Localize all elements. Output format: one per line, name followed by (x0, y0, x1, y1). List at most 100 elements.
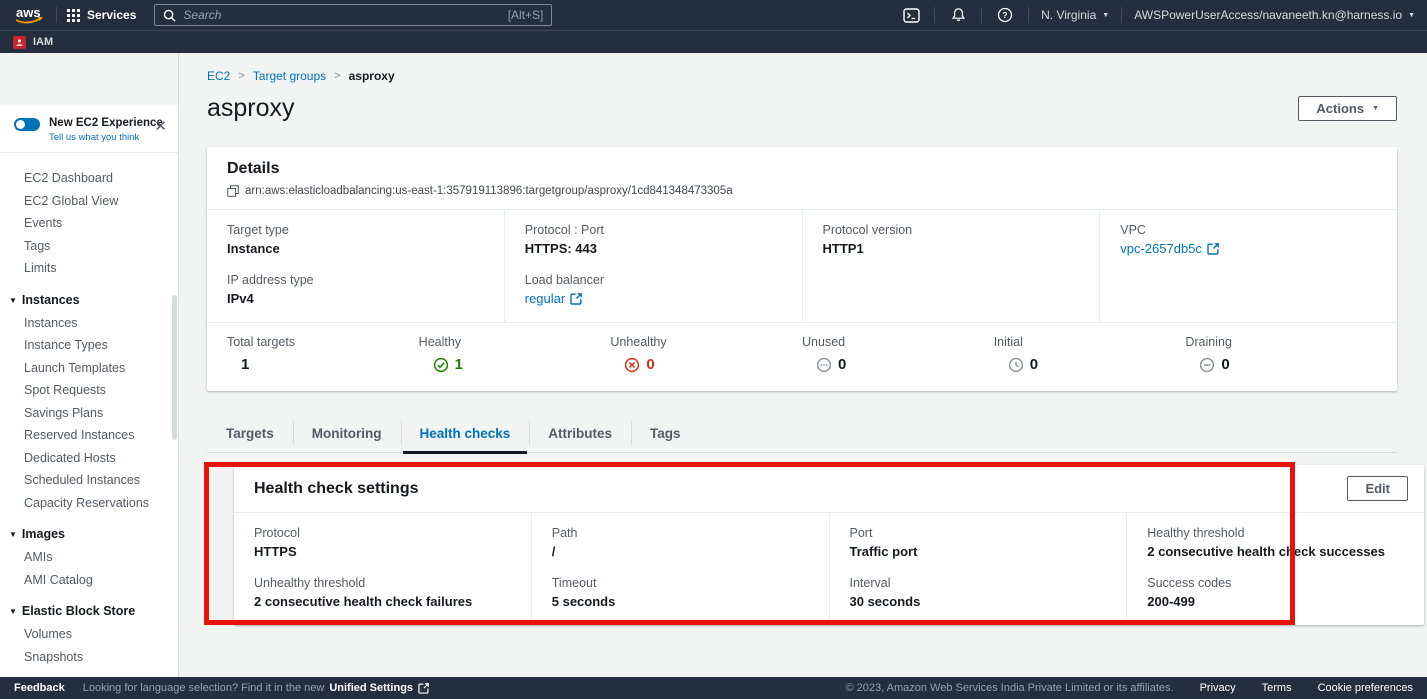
chevron-right-icon: > (238, 70, 244, 82)
divider (1028, 7, 1029, 23)
vpc-link[interactable]: vpc-2657db5c (1120, 241, 1219, 256)
field-label: Target type (227, 223, 484, 237)
sidebar-item-limits[interactable]: Limits (0, 257, 178, 280)
global-search-box[interactable]: [Alt+S] (154, 4, 552, 26)
chevron-down-icon: ▼ (1372, 105, 1379, 112)
sidebar-scrollbar[interactable] (172, 295, 177, 440)
edit-button[interactable]: Edit (1347, 476, 1408, 501)
sidebar-item-instances[interactable]: Instances (0, 312, 178, 335)
sidebar-section-images[interactable]: ▼ Images (0, 523, 178, 546)
close-icon[interactable]: ✕ (154, 119, 167, 134)
footer: Feedback Looking for language selection?… (0, 677, 1427, 699)
account-label: AWSPowerUserAccess/navaneeth.kn@harness.… (1134, 8, 1402, 22)
stat-unhealthy: Unhealthy 0 (610, 335, 802, 373)
services-label: Services (87, 8, 136, 22)
field-value: Instance (227, 241, 484, 256)
details-heading: Details (227, 160, 1377, 178)
stat-label: Unhealthy (610, 335, 802, 349)
tab-targets[interactable]: Targets (207, 417, 293, 452)
chevron-down-icon: ▼ (9, 289, 17, 312)
sidebar-item-instance-types[interactable]: Instance Types (0, 334, 178, 357)
sidebar-section-elastic-block-store[interactable]: ▼ Elastic Block Store (0, 600, 178, 623)
notifications-bell-icon[interactable] (947, 4, 969, 26)
privacy-link[interactable]: Privacy (1200, 682, 1236, 694)
stat-value: 1 (241, 356, 249, 373)
sidebar-item-ami-catalog[interactable]: AMI Catalog (0, 569, 178, 592)
page-title: asproxy (207, 94, 295, 123)
sidebar-item-ec2-dashboard[interactable]: EC2 Dashboard (0, 167, 178, 190)
sidebar-item-volumes[interactable]: Volumes (0, 623, 178, 646)
field-value: 2 consecutive health check successes (1147, 544, 1404, 559)
svg-text:?: ? (1003, 10, 1008, 20)
sidebar-item-reserved-instances[interactable]: Reserved Instances (0, 424, 178, 447)
terms-link[interactable]: Terms (1262, 682, 1292, 694)
sidebar-nav: EC2 Dashboard EC2 Global View Events Tag… (0, 153, 178, 668)
stat-label: Total targets (227, 335, 419, 349)
cookie-preferences-link[interactable]: Cookie preferences (1318, 682, 1413, 694)
help-icon[interactable]: ? (994, 4, 1016, 26)
divider (981, 7, 982, 23)
sidebar-item-capacity-reservations[interactable]: Capacity Reservations (0, 492, 178, 515)
new-experience-toggle[interactable] (14, 118, 40, 131)
sidebar-spacer (0, 53, 178, 105)
sidebar-item-ec2-global-view[interactable]: EC2 Global View (0, 190, 178, 213)
field-value: 200-499 (1147, 594, 1404, 609)
language-hint-text: Looking for language selection? Find it … (83, 682, 325, 694)
external-link-icon (570, 293, 582, 305)
feedback-link[interactable]: Tell us what you think (49, 132, 163, 143)
sidebar: New EC2 Experience Tell us what you thin… (0, 53, 179, 677)
stat-value: 0 (1030, 356, 1038, 373)
tab-monitoring[interactable]: Monitoring (293, 417, 401, 452)
aws-logo[interactable]: aws (12, 4, 46, 26)
stat-draining: Draining 0 (1185, 335, 1377, 373)
chevron-down-icon: ▼ (9, 600, 17, 623)
sidebar-item-events[interactable]: Events (0, 212, 178, 235)
svg-text:aws: aws (16, 5, 41, 20)
target-status-summary: Total targets 1 Healthy 1 Unhealthy (207, 322, 1397, 391)
account-menu[interactable]: AWSPowerUserAccess/navaneeth.kn@harness.… (1134, 8, 1415, 22)
sidebar-item-tags[interactable]: Tags (0, 235, 178, 258)
copy-icon[interactable] (227, 185, 239, 197)
search-input[interactable] (183, 8, 500, 22)
field-label: Healthy threshold (1147, 526, 1404, 540)
sidebar-item-scheduled-instances[interactable]: Scheduled Instances (0, 469, 178, 492)
field-label: Protocol (254, 526, 511, 540)
breadcrumb-ec2[interactable]: EC2 (207, 69, 230, 83)
favorite-iam-link[interactable]: IAM (33, 36, 53, 48)
sidebar-item-snapshots[interactable]: Snapshots (0, 646, 178, 669)
favorites-bar: IAM (0, 30, 1427, 53)
tab-health-checks[interactable]: Health checks (401, 417, 530, 452)
field-label: Protocol version (823, 223, 1080, 237)
cloudshell-icon[interactable] (900, 4, 922, 26)
minus-circle-icon (1199, 357, 1215, 373)
stat-total-targets: Total targets 1 (227, 335, 419, 373)
actions-button[interactable]: Actions ▼ (1298, 96, 1397, 121)
chevron-down-icon: ▼ (1408, 12, 1415, 19)
load-balancer-link[interactable]: regular (525, 291, 582, 306)
breadcrumb-target-groups[interactable]: Target groups (253, 69, 326, 83)
stat-value: 0 (646, 356, 654, 373)
section-label: Images (22, 523, 65, 546)
field-value: / (552, 544, 809, 559)
region-selector[interactable]: N. Virginia ▼ (1041, 8, 1109, 22)
feedback-button[interactable]: Feedback (14, 682, 65, 694)
unified-settings-link[interactable]: Unified Settings (329, 682, 413, 694)
field-label: Path (552, 526, 809, 540)
sidebar-section-instances[interactable]: ▼ Instances (0, 289, 178, 312)
tab-tags[interactable]: Tags (631, 417, 700, 452)
field-label: Success codes (1147, 576, 1404, 590)
check-circle-icon (433, 357, 449, 373)
field-label: Timeout (552, 576, 809, 590)
field-value: 5 seconds (552, 594, 809, 609)
search-icon (163, 9, 176, 22)
services-menu-button[interactable]: Services (67, 8, 136, 22)
sidebar-item-savings-plans[interactable]: Savings Plans (0, 402, 178, 425)
sidebar-item-launch-templates[interactable]: Launch Templates (0, 357, 178, 380)
breadcrumb: EC2 > Target groups > asproxy (207, 69, 1427, 83)
sidebar-item-dedicated-hosts[interactable]: Dedicated Hosts (0, 447, 178, 470)
chevron-right-icon: > (334, 70, 340, 82)
sidebar-item-amis[interactable]: AMIs (0, 546, 178, 569)
external-link-icon (418, 683, 429, 694)
tab-attributes[interactable]: Attributes (529, 417, 631, 452)
sidebar-item-spot-requests[interactable]: Spot Requests (0, 379, 178, 402)
